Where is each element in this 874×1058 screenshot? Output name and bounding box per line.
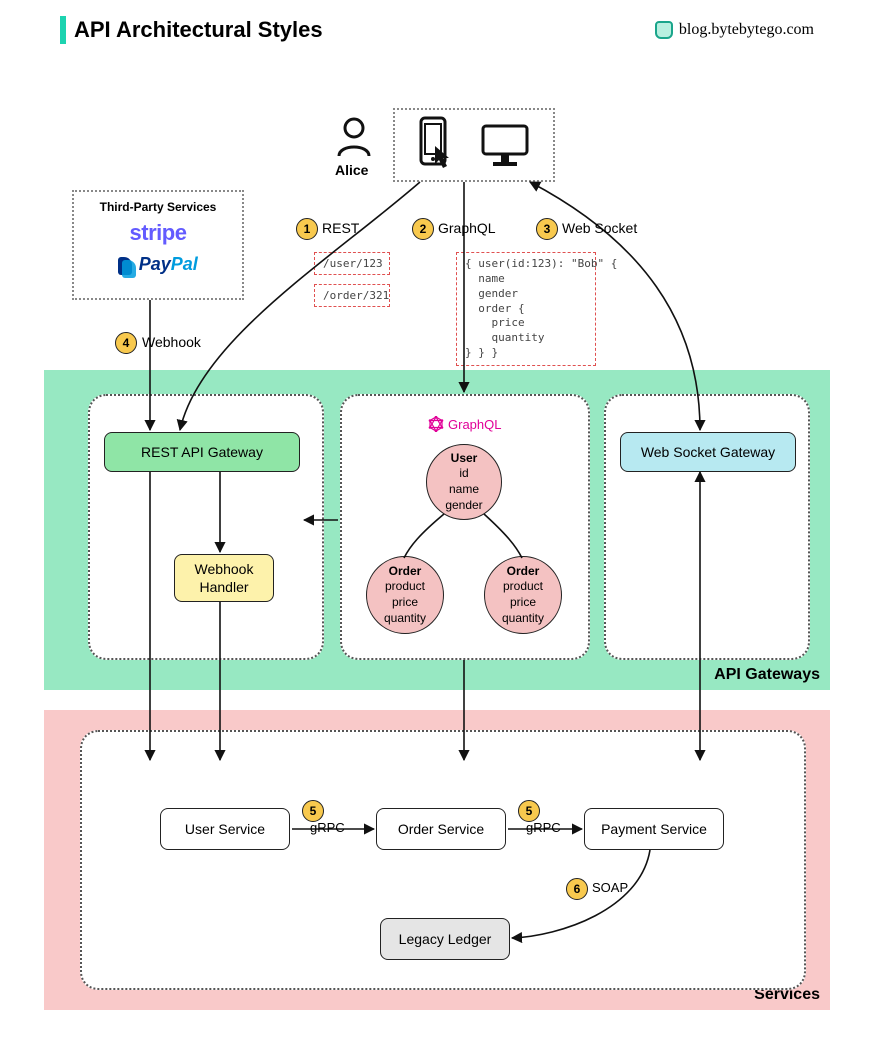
gateways-band-label: API Gateways — [714, 666, 820, 684]
alice-label: Alice — [335, 162, 368, 178]
title-accent — [60, 16, 66, 44]
step-6-label: SOAP — [592, 880, 628, 895]
third-party-box: Third-Party Services stripe PayPal — [72, 190, 244, 300]
step-5b-label: gRPC — [526, 820, 561, 835]
step-3-badge: 3 — [536, 218, 558, 240]
graphql-order-node-2: Order product price quantity — [484, 556, 562, 634]
step-1-badge: 1 — [296, 218, 318, 240]
step-5a-badge: 5 — [302, 800, 324, 822]
step-2-badge: 2 — [412, 218, 434, 240]
paypal-icon — [118, 257, 132, 275]
step-1-label: REST — [322, 220, 359, 236]
order-service: Order Service — [376, 808, 506, 850]
rest-endpoint-order: /order/321 — [314, 284, 390, 307]
legacy-ledger: Legacy Ledger — [380, 918, 510, 960]
graphql-hex-icon — [428, 416, 444, 432]
graphql-logo: GraphQL — [428, 416, 501, 432]
stripe-logo: stripe — [80, 220, 236, 246]
step-3-label: Web Socket — [562, 220, 637, 236]
payment-service: Payment Service — [584, 808, 724, 850]
desktop-icon — [479, 122, 535, 172]
step-2-label: GraphQL — [438, 220, 496, 236]
rest-endpoint-user: /user/123 — [314, 252, 390, 275]
user-icon — [335, 116, 373, 160]
websocket-gateway: Web Socket Gateway — [620, 432, 796, 472]
user-service: User Service — [160, 808, 290, 850]
step-4-badge: 4 — [115, 332, 137, 354]
graphql-order-node-1: Order product price quantity — [366, 556, 444, 634]
step-5b-badge: 5 — [518, 800, 540, 822]
phone-icon — [413, 116, 461, 174]
graphql-query-box: { user(id:123): "Bob" { name gender orde… — [456, 252, 596, 366]
step-6-badge: 6 — [566, 878, 588, 900]
step-5a-label: gRPC — [310, 820, 345, 835]
third-party-title: Third-Party Services — [80, 200, 236, 214]
paypal-logo: PayPal — [139, 254, 198, 274]
page-title: API Architectural Styles — [74, 17, 323, 43]
blog-text: blog.bytebytego.com — [679, 21, 814, 39]
client-devices-box — [393, 108, 555, 182]
graphql-user-node: User id name gender — [426, 444, 502, 520]
blog-link[interactable]: blog.bytebytego.com — [655, 21, 814, 39]
rest-gateway: REST API Gateway — [104, 432, 300, 472]
blog-icon — [655, 21, 673, 39]
step-4-label: Webhook — [142, 334, 201, 350]
webhook-handler: Webhook Handler — [174, 554, 274, 602]
